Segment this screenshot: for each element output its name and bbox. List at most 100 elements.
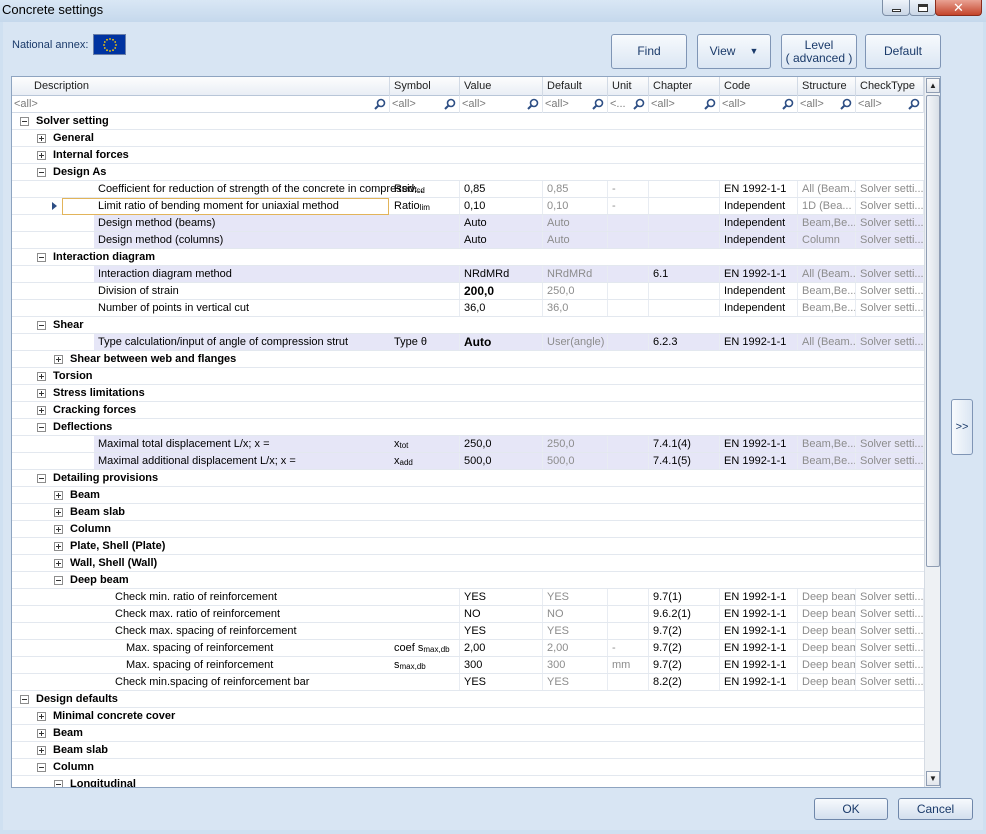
level-button[interactable]: Level ( advanced ) bbox=[781, 34, 857, 69]
vertical-scrollbar[interactable]: ▲ ▼ bbox=[924, 77, 940, 787]
tree-group-row[interactable]: Minimal concrete cover bbox=[12, 708, 924, 725]
scrollbar-thumb[interactable] bbox=[926, 95, 940, 567]
scroll-down-button[interactable]: ▼ bbox=[926, 771, 940, 786]
cell-value[interactable]: 36,0 bbox=[460, 300, 543, 316]
eu-flag-icon[interactable] bbox=[93, 34, 126, 55]
setting-row[interactable]: Design method (beams) Auto Auto Independent… bbox=[12, 215, 924, 232]
tree-group-row[interactable]: Beam slab bbox=[12, 742, 924, 759]
cell-value[interactable]: 2,00 bbox=[460, 640, 543, 656]
expand-icon[interactable] bbox=[37, 712, 46, 721]
setting-row[interactable]: Coefficient for reduction of strength of… bbox=[12, 181, 924, 198]
filter-unit[interactable]: <... bbox=[608, 96, 649, 113]
collapse-icon[interactable] bbox=[37, 168, 46, 177]
expand-icon[interactable] bbox=[54, 542, 63, 551]
expand-icon[interactable] bbox=[54, 559, 63, 568]
setting-row[interactable]: Check min.spacing of reinforcement bar YE… bbox=[12, 674, 924, 691]
expand-icon[interactable] bbox=[37, 134, 46, 143]
minimize-button[interactable] bbox=[882, 0, 910, 16]
cell-value[interactable]: NO bbox=[460, 606, 543, 622]
tree-group-row[interactable]: Design As bbox=[12, 164, 924, 181]
expand-icon[interactable] bbox=[37, 406, 46, 415]
column-header-checktype[interactable]: CheckType bbox=[856, 77, 924, 96]
tree-group-row[interactable]: Deflections bbox=[12, 419, 924, 436]
expand-icon[interactable] bbox=[54, 508, 63, 517]
tree-group-row[interactable]: Detailing provisions bbox=[12, 470, 924, 487]
cell-value[interactable]: 200,0 bbox=[460, 283, 543, 299]
collapse-icon[interactable] bbox=[54, 576, 63, 585]
column-header-symbol[interactable]: Symbol bbox=[390, 77, 460, 96]
tree-group-row[interactable]: Design defaults bbox=[12, 691, 924, 708]
cell-value[interactable]: 0,10 bbox=[460, 198, 543, 214]
tree-group-row[interactable]: Column bbox=[12, 521, 924, 538]
setting-row[interactable]: Check min. ratio of reinforcement YES YES 9… bbox=[12, 589, 924, 606]
tree-group-row[interactable]: Stress limitations bbox=[12, 385, 924, 402]
cell-value[interactable]: 250,0 bbox=[460, 436, 543, 452]
collapse-icon[interactable] bbox=[20, 117, 29, 126]
default-button[interactable]: Default bbox=[865, 34, 941, 69]
filter-code[interactable]: <all> bbox=[720, 96, 798, 113]
filter-value[interactable]: <all> bbox=[460, 96, 543, 113]
tree-group-row[interactable]: Beam bbox=[12, 487, 924, 504]
setting-row[interactable]: Limit ratio of bending moment for uniaxi… bbox=[12, 198, 924, 215]
cell-value[interactable]: 500,0 bbox=[460, 453, 543, 469]
filter-default[interactable]: <all> bbox=[543, 96, 608, 113]
tree-group-row[interactable]: Wall, Shell (Wall) bbox=[12, 555, 924, 572]
setting-row[interactable]: Max. spacing of reinforcement coef smax,d… bbox=[12, 640, 924, 657]
find-button[interactable]: Find bbox=[611, 34, 687, 69]
tree-group-row[interactable]: Shear between web and flanges bbox=[12, 351, 924, 368]
filter-checktype[interactable]: <all> bbox=[856, 96, 924, 113]
tree-group-row[interactable]: Torsion bbox=[12, 368, 924, 385]
cell-value[interactable]: Auto bbox=[460, 215, 543, 231]
expand-panel-button[interactable]: >> bbox=[951, 399, 973, 455]
ok-button[interactable]: OK bbox=[814, 798, 888, 820]
setting-row[interactable]: Type calculation/input of angle of compr… bbox=[12, 334, 924, 351]
cell-value[interactable]: YES bbox=[460, 623, 543, 639]
scroll-up-button[interactable]: ▲ bbox=[926, 78, 940, 93]
setting-row[interactable]: Number of points in vertical cut 36,0 36,0… bbox=[12, 300, 924, 317]
collapse-icon[interactable] bbox=[37, 763, 46, 772]
view-button[interactable]: View ▼ bbox=[697, 34, 771, 69]
filter-description[interactable]: <all> bbox=[12, 96, 390, 113]
column-header-default[interactable]: Default bbox=[543, 77, 608, 96]
tree-group-row[interactable]: Beam bbox=[12, 725, 924, 742]
setting-row[interactable]: Check max. ratio of reinforcement NO NO 9.6… bbox=[12, 606, 924, 623]
collapse-icon[interactable] bbox=[54, 780, 63, 787]
collapse-icon[interactable] bbox=[37, 253, 46, 262]
expand-icon[interactable] bbox=[37, 746, 46, 755]
tree-group-row[interactable]: Interaction diagram bbox=[12, 249, 924, 266]
cell-value[interactable]: YES bbox=[460, 674, 543, 690]
expand-icon[interactable] bbox=[37, 151, 46, 160]
column-header-chapter[interactable]: Chapter bbox=[649, 77, 720, 96]
expand-icon[interactable] bbox=[37, 372, 46, 381]
collapse-icon[interactable] bbox=[20, 695, 29, 704]
setting-row[interactable]: Interaction diagram method NRdMRd NRdMRd 6.… bbox=[12, 266, 924, 283]
tree-group-row[interactable]: Solver setting bbox=[12, 113, 924, 130]
cancel-button[interactable]: Cancel bbox=[898, 798, 973, 820]
close-button[interactable]: ✕ bbox=[935, 0, 982, 16]
setting-row[interactable]: Design method (columns) Auto Auto Independe… bbox=[12, 232, 924, 249]
maximize-button[interactable] bbox=[909, 0, 936, 16]
cell-value[interactable]: YES bbox=[460, 589, 543, 605]
setting-row[interactable]: Maximal additional displacement L/x; x =… bbox=[12, 453, 924, 470]
column-header-structure[interactable]: Structure bbox=[798, 77, 856, 96]
collapse-icon[interactable] bbox=[37, 474, 46, 483]
column-header-code[interactable]: Code bbox=[720, 77, 798, 96]
tree-group-row[interactable]: Cracking forces bbox=[12, 402, 924, 419]
expand-icon[interactable] bbox=[54, 491, 63, 500]
tree-group-row[interactable]: General bbox=[12, 130, 924, 147]
expand-icon[interactable] bbox=[37, 729, 46, 738]
column-header-value[interactable]: Value bbox=[460, 77, 543, 96]
setting-row[interactable]: Check max. spacing of reinforcement YES YE… bbox=[12, 623, 924, 640]
tree-group-row[interactable]: Beam slab bbox=[12, 504, 924, 521]
tree-group-row[interactable]: Column bbox=[12, 759, 924, 776]
filter-symbol[interactable]: <all> bbox=[390, 96, 460, 113]
expand-icon[interactable] bbox=[54, 355, 63, 364]
column-header-description[interactable]: Description bbox=[12, 77, 390, 96]
tree-group-row[interactable]: Shear bbox=[12, 317, 924, 334]
tree-group-row[interactable]: Longitudinal bbox=[12, 776, 924, 787]
tree-group-row[interactable]: Deep beam bbox=[12, 572, 924, 589]
cell-value[interactable]: Auto bbox=[460, 232, 543, 248]
tree-group-row[interactable]: Internal forces bbox=[12, 147, 924, 164]
setting-row[interactable]: Max. spacing of reinforcement smax,db 300 3… bbox=[12, 657, 924, 674]
setting-row[interactable]: Maximal total displacement L/x; x = xtot 2… bbox=[12, 436, 924, 453]
